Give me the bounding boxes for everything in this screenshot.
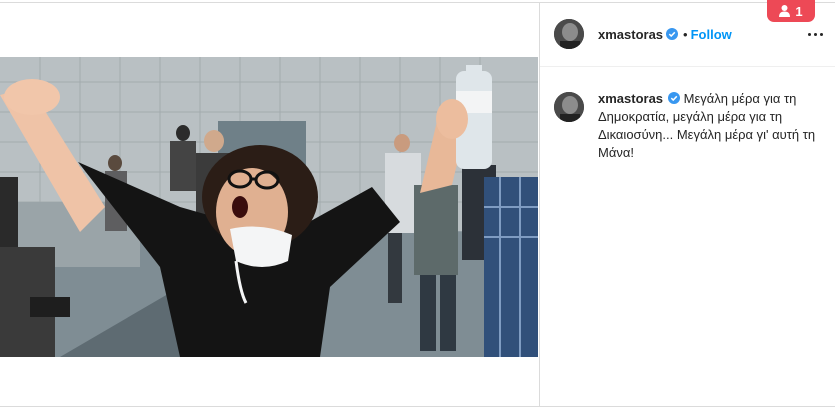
verified-badge-icon [666, 28, 679, 40]
more-options-icon[interactable] [808, 29, 824, 41]
dot-separator: • [683, 27, 688, 42]
avatar-image [554, 92, 584, 122]
caption-text-block: xmastoras Μεγάλη μέρα για τη Δημοκρατία,… [598, 90, 826, 162]
username-link[interactable]: xmastoras [598, 27, 663, 42]
post-media-area [0, 3, 538, 406]
notification-count: 1 [795, 3, 803, 19]
post-frame: xmastoras • Follow xmastoras Μεγάλη μέρα γ… [0, 2, 835, 407]
person-icon [779, 5, 791, 17]
post-sidebar: xmastoras • Follow xmastoras Μεγάλη μέρα γ… [539, 3, 835, 406]
notification-badge[interactable]: 1 [767, 0, 815, 22]
verified-badge-icon [668, 91, 681, 104]
caption-avatar[interactable] [554, 92, 584, 122]
caption-username-link[interactable]: xmastoras [598, 91, 663, 106]
follow-button[interactable]: Follow [691, 27, 732, 42]
header-user-line: xmastoras • Follow [598, 27, 732, 43]
post-photo-image [0, 57, 538, 357]
avatar-image [554, 19, 584, 49]
post-photo[interactable] [0, 57, 538, 357]
avatar[interactable] [554, 19, 584, 49]
